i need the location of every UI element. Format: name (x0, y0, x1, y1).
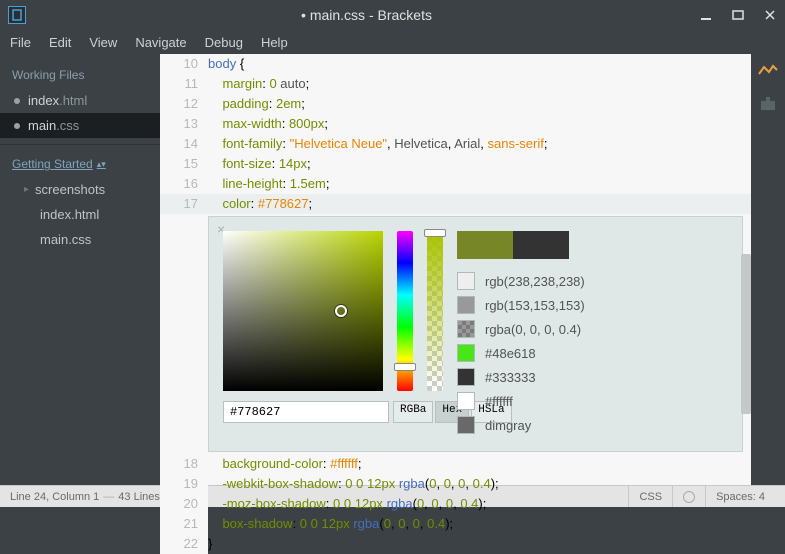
chevron-updown-icon: ▴▾ (97, 159, 106, 170)
swatch-chip (457, 272, 475, 290)
folder-item[interactable]: ▸screenshots (0, 177, 160, 202)
swatch-row[interactable]: dimgray (457, 413, 728, 437)
window-title: • main.css - Brackets (34, 7, 699, 23)
code-line[interactable]: 18 background-color: #ffffff; (160, 454, 751, 474)
line-count: 43 Lines (118, 491, 160, 503)
code-line[interactable]: 22} (160, 534, 751, 554)
swatch-chip (457, 416, 475, 434)
swatch-chip (457, 392, 475, 410)
hue-slider[interactable] (397, 231, 413, 391)
right-toolbar (751, 54, 785, 485)
swatch-label: rgba(0, 0, 0, 0.4) (485, 322, 581, 337)
color-picker: × RGBaHexHSLa rgb(238,238,238)rgb(153,15… (208, 216, 743, 452)
menu-view[interactable]: View (89, 35, 117, 50)
code-line[interactable]: 20 -moz-box-shadow: 0 0 12px rgba(0, 0, … (160, 494, 751, 514)
dirty-dot-icon (14, 123, 20, 129)
code-line[interactable]: 10body { (160, 54, 751, 74)
working-file[interactable]: main.css (0, 113, 160, 138)
code-line[interactable]: 19 -webkit-box-shadow: 0 0 12px rgba(0, … (160, 474, 751, 494)
sidebar: Working Files index.htmlmain.css Getting… (0, 54, 160, 485)
close-button[interactable] (763, 8, 777, 22)
code-line[interactable]: 21 box-shadow: 0 0 12px rgba(0, 0, 0, 0.… (160, 514, 751, 534)
alpha-thumb[interactable] (424, 229, 446, 237)
swatch-row[interactable]: #333333 (457, 365, 728, 389)
swatch-row[interactable]: #48e618 (457, 341, 728, 365)
menu-help[interactable]: Help (261, 35, 288, 50)
swatch-row[interactable]: #ffffff (457, 389, 728, 413)
code-line[interactable]: 12 padding: 2em; (160, 94, 751, 114)
swatch-chip (457, 344, 475, 362)
menu-debug[interactable]: Debug (205, 35, 243, 50)
live-preview-button[interactable] (757, 62, 779, 80)
extensions-button[interactable] (757, 94, 779, 112)
menu-edit[interactable]: Edit (49, 35, 71, 50)
hue-thumb[interactable] (394, 363, 416, 371)
code-line[interactable]: 17 color: #778627; (160, 194, 751, 214)
format-rgba-button[interactable]: RGBa (393, 401, 433, 423)
saturation-value-field[interactable] (223, 231, 383, 391)
swatch-label: rgb(153,153,153) (485, 298, 585, 313)
working-files-heading: Working Files (0, 62, 160, 88)
working-file[interactable]: index.html (0, 88, 160, 113)
color-value-input[interactable] (223, 401, 389, 423)
swatch-row[interactable]: rgb(153,153,153) (457, 293, 728, 317)
file-item[interactable]: index.html (0, 202, 160, 227)
swatch-row[interactable]: rgba(0, 0, 0, 0.4) (457, 317, 728, 341)
swatch-label: #333333 (485, 370, 536, 385)
titlebar: • main.css - Brackets (0, 0, 785, 30)
code-line[interactable]: 16 line-height: 1.5em; (160, 174, 751, 194)
menu-file[interactable]: File (10, 35, 31, 50)
swatch-label: #48e618 (485, 346, 536, 361)
code-line[interactable]: 11 margin: 0 auto; (160, 74, 751, 94)
file-item[interactable]: main.css (0, 227, 160, 252)
editor[interactable]: 10body {11 margin: 0 auto;12 padding: 2e… (160, 54, 751, 485)
code-line[interactable]: 13 max-width: 800px; (160, 114, 751, 134)
swatch-label: #ffffff (485, 394, 513, 409)
swatch-label: dimgray (485, 418, 531, 433)
cursor-position: Line 24, Column 1 (10, 491, 99, 503)
menubar: File Edit View Navigate Debug Help (0, 30, 785, 54)
swatch-label: rgb(238,238,238) (485, 274, 585, 289)
minimize-button[interactable] (699, 8, 713, 22)
project-heading[interactable]: Getting Started▴▾ (0, 151, 160, 177)
maximize-button[interactable] (731, 8, 745, 22)
sv-cursor[interactable] (335, 305, 347, 317)
menu-navigate[interactable]: Navigate (135, 35, 186, 50)
code-line[interactable]: 15 font-size: 14px; (160, 154, 751, 174)
swatch-chip (457, 320, 475, 338)
code-line[interactable]: 14 font-family: "Helvetica Neue", Helvet… (160, 134, 751, 154)
scrollbar[interactable] (741, 254, 751, 414)
swatch-row[interactable]: rgb(238,238,238) (457, 269, 728, 293)
swatch-chip (457, 296, 475, 314)
app-icon (8, 6, 26, 24)
current-previous-swatch (457, 231, 728, 259)
swatch-chip (457, 368, 475, 386)
alpha-slider[interactable] (427, 231, 443, 391)
dirty-dot-icon (14, 98, 20, 104)
chevron-right-icon: ▸ (24, 184, 29, 195)
